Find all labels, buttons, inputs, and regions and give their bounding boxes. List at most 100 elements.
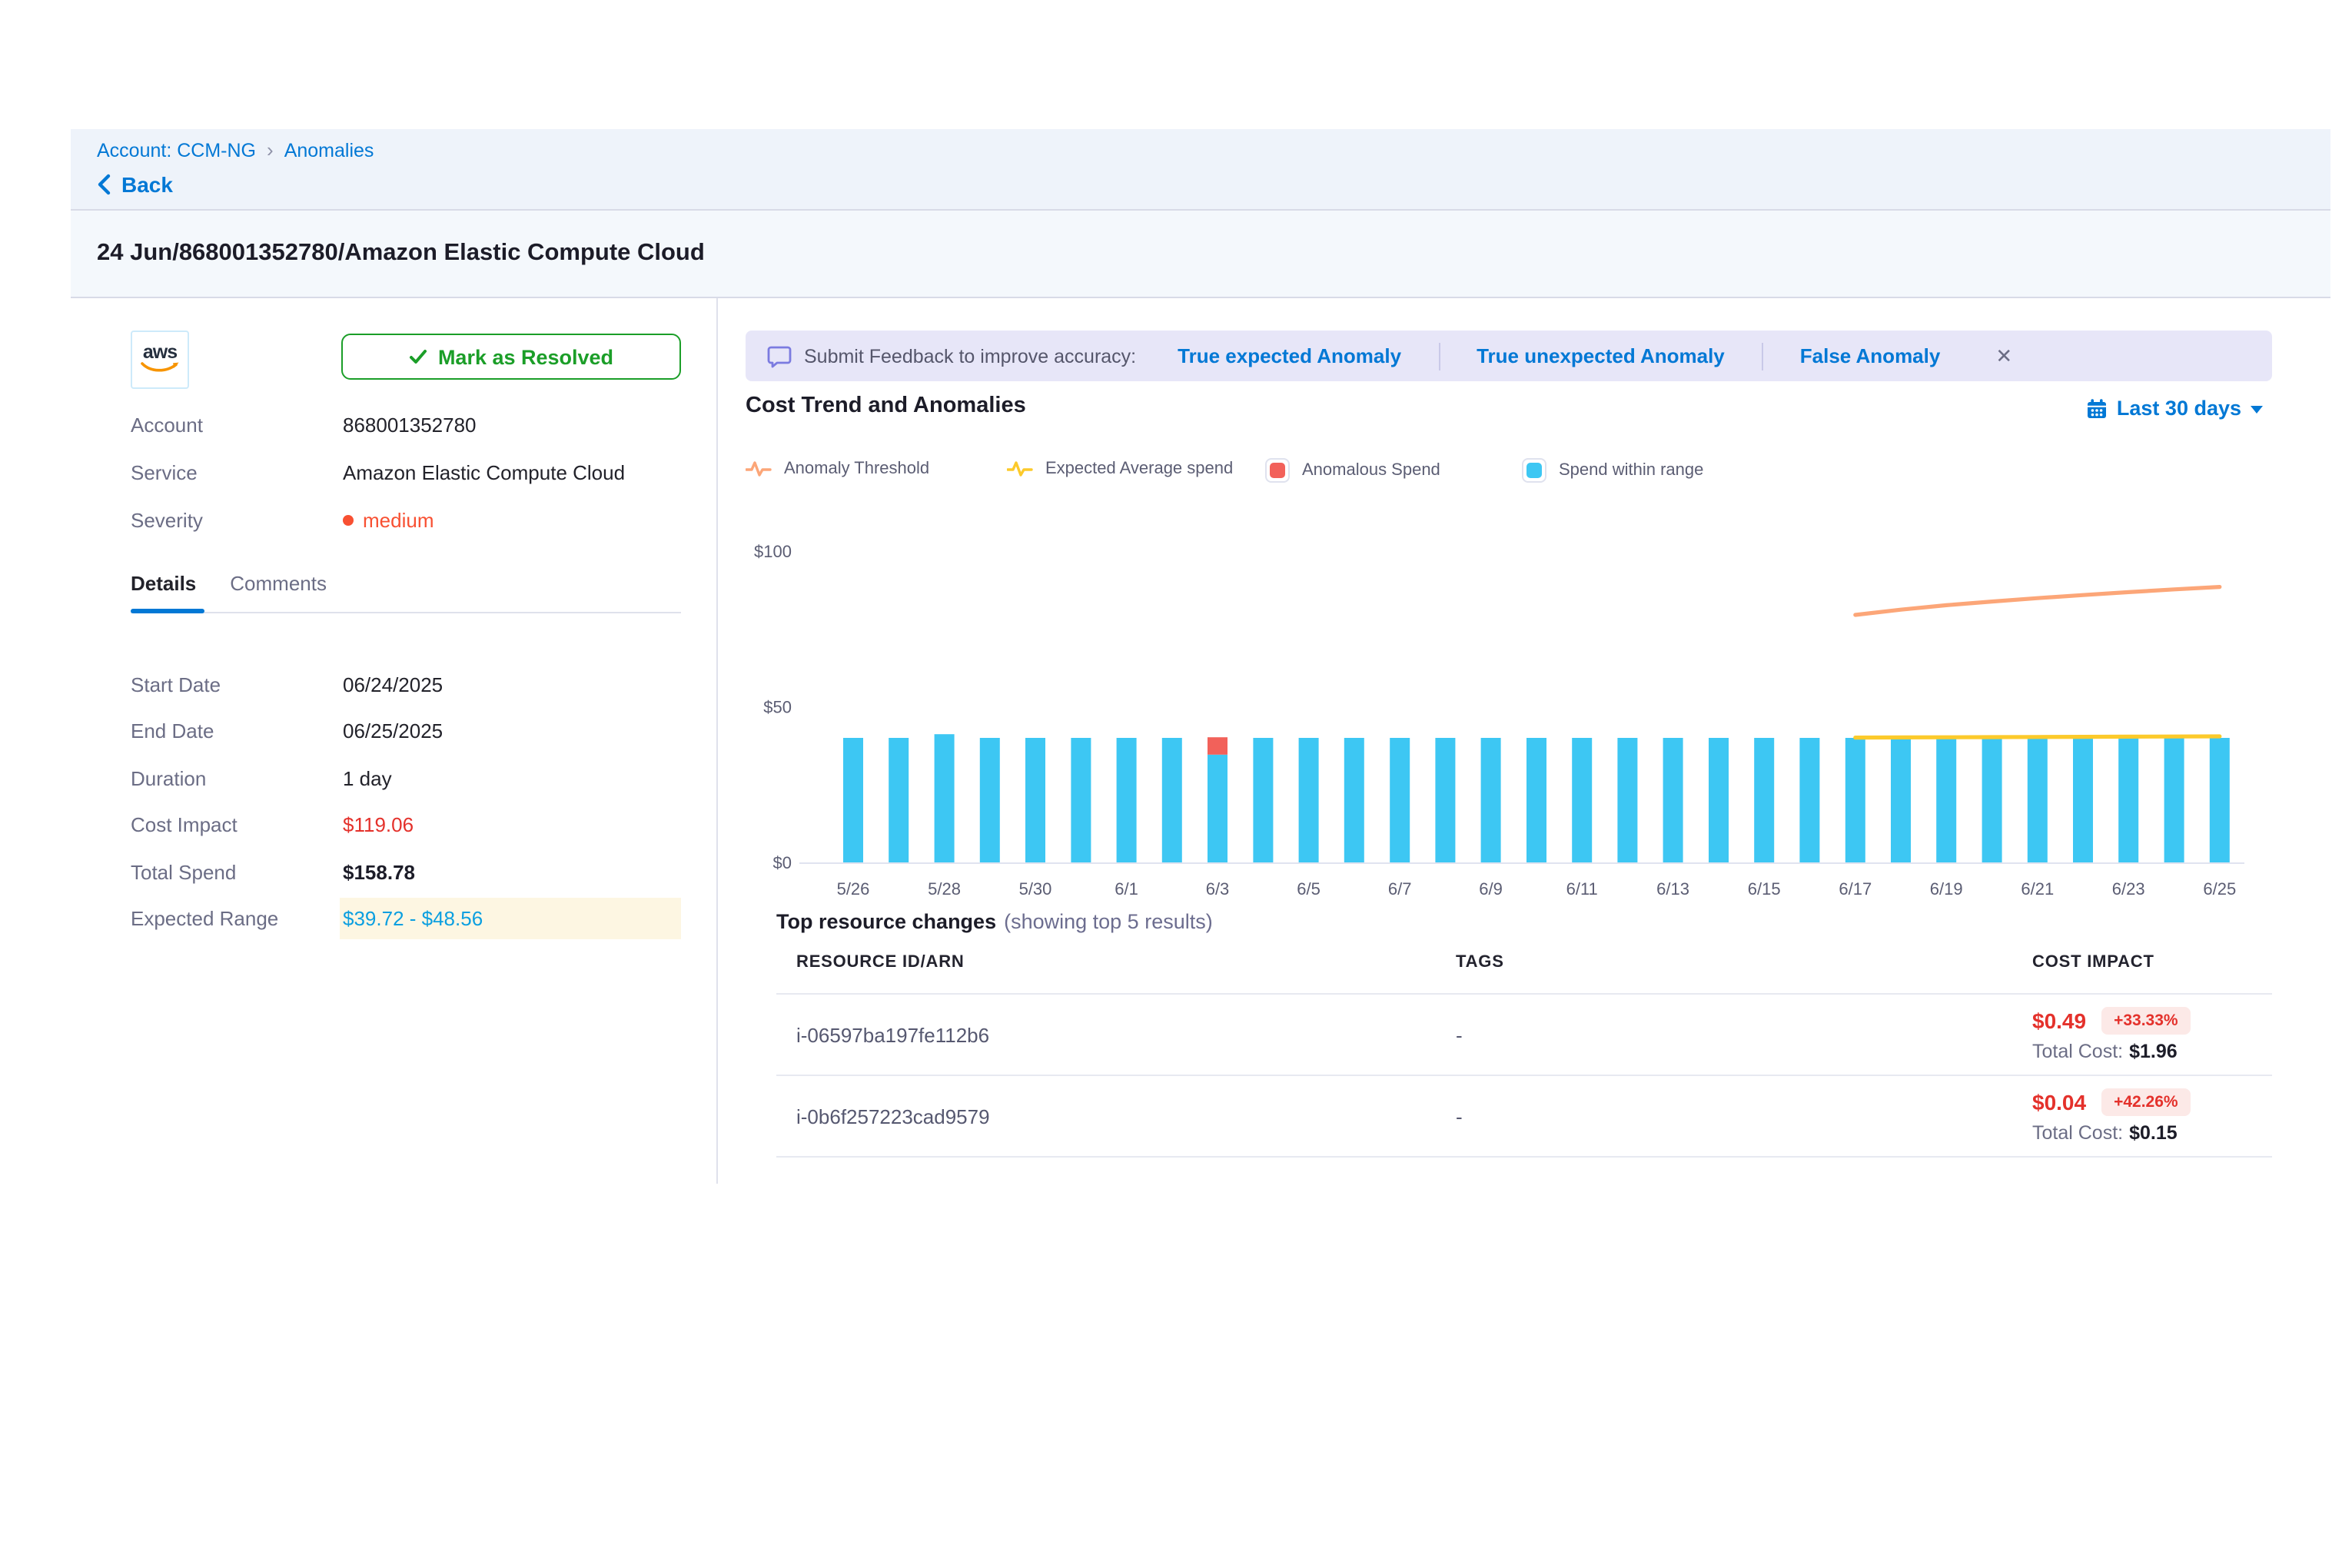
details-fields: Start Date 06/24/2025 End Date 06/25/202…: [131, 661, 681, 942]
legend-label: Expected Average spend: [1045, 460, 1233, 478]
table-row: i-0b6f257223cad9579 - $0.04 +42.26% Tota…: [776, 1076, 2272, 1158]
svg-text:6/11: 6/11: [1566, 879, 1598, 899]
severity-dot-icon: [343, 515, 354, 526]
mark-as-resolved-button[interactable]: Mark as Resolved: [341, 334, 681, 380]
legend-anomaly-threshold[interactable]: Anomaly Threshold: [746, 458, 929, 480]
legend-anomalous-spend[interactable]: Anomalous Spend: [1265, 458, 1440, 483]
table-header: RESOURCE ID/ARN TAGS COST IMPACT: [776, 953, 2272, 995]
breadcrumb-anomalies-link[interactable]: Anomalies: [284, 139, 374, 161]
change-percent-badge: +42.26%: [2101, 1088, 2191, 1116]
table-subtitle: (showing top 5 results): [1004, 910, 1213, 933]
date-range-picker[interactable]: Last 30 days: [2086, 397, 2263, 420]
pulse-line-icon: [746, 458, 772, 480]
anomaly-trend-panel: Submit Feedback to improve accuracy: Tru…: [746, 298, 2272, 1221]
severity-label: Severity: [131, 509, 343, 532]
calendar-icon: [2086, 397, 2108, 419]
svg-text:6/25: 6/25: [2203, 879, 2236, 899]
cost-impact-amount: $0.49: [2032, 1008, 2086, 1033]
svg-text:6/13: 6/13: [1656, 879, 1689, 899]
svg-text:6/23: 6/23: [2112, 879, 2145, 899]
legend-label: Anomaly Threshold: [784, 460, 929, 478]
date-range-label: Last 30 days: [2117, 397, 2241, 420]
severity-value: medium: [363, 509, 434, 532]
legend-spend-within-range[interactable]: Spend within range: [1522, 458, 1703, 483]
chart-title: Cost Trend and Anomalies: [746, 394, 1026, 418]
service-row: Service Amazon Elastic Compute Cloud: [131, 449, 681, 497]
account-value: 868001352780: [343, 414, 681, 437]
table-row: i-06597ba197fe112b6 - $0.49 +33.33% Tota…: [776, 995, 2272, 1076]
svg-text:5/28: 5/28: [928, 879, 961, 899]
expected-range-value: $39.72 - $48.56: [340, 899, 681, 940]
page-header: Account: CCM-NG › Anomalies Back 24 Jun/…: [71, 129, 2330, 298]
legend-expected-average[interactable]: Expected Average spend: [1007, 458, 1233, 480]
total-cost-label: Total Cost:: [2032, 1122, 2123, 1144]
title-row: 24 Jun/868001352780/Amazon Elastic Compu…: [71, 211, 2330, 298]
aws-logo-text: aws: [143, 344, 177, 361]
feedback-prompt: Submit Feedback to improve accuracy:: [804, 345, 1136, 367]
expected-range-row: Expected Range $39.72 - $48.56: [131, 895, 681, 942]
svg-text:6/9: 6/9: [1479, 879, 1503, 899]
duration-label: Duration: [131, 767, 343, 790]
duration-row: Duration 1 day: [131, 755, 681, 802]
check-icon: [409, 348, 427, 365]
legend-square-icon: [1522, 458, 1546, 483]
breadcrumb-separator-icon: ›: [267, 138, 274, 161]
cost-impact-row: Cost Impact $119.06: [131, 802, 681, 849]
cost-impact-label: Cost Impact: [131, 814, 343, 837]
feedback-option-true-expected[interactable]: True expected Anomaly: [1178, 344, 1401, 367]
anomaly-detail-page: Account: CCM-NG › Anomalies Back 24 Jun/…: [0, 0, 2352, 1568]
tags-value: -: [1456, 1105, 2032, 1128]
resource-id: i-06597ba197fe112b6: [796, 1023, 1456, 1046]
column-resource-id: RESOURCE ID/ARN: [796, 953, 1456, 972]
total-cost-label: Total Cost:: [2032, 1041, 2123, 1062]
cost-impact-value: $119.06: [343, 814, 681, 837]
back-button[interactable]: Back: [97, 172, 2304, 197]
severity-row: Severity medium: [131, 497, 681, 544]
chevron-left-icon: [97, 174, 111, 195]
tab-comments[interactable]: Comments: [230, 572, 327, 598]
table-title: Top resource changes (showing top 5 resul…: [776, 910, 2272, 933]
svg-text:$0: $0: [773, 853, 792, 872]
tab-details[interactable]: Details: [131, 572, 196, 598]
start-date-label: Start Date: [131, 673, 343, 696]
legend-square-icon: [1265, 458, 1290, 483]
feedback-option-true-unexpected[interactable]: True unexpected Anomaly: [1477, 344, 1725, 367]
aws-smile-icon: [140, 361, 180, 375]
account-label: Account: [131, 414, 343, 437]
column-tags: TAGS: [1456, 953, 2032, 972]
aws-logo: aws: [131, 331, 189, 389]
service-value: Amazon Elastic Compute Cloud: [343, 461, 681, 484]
cost-impact-cell: $0.04 +42.26% Total Cost:$0.15: [2032, 1088, 2272, 1144]
banner-divider: [1762, 342, 1763, 370]
start-date-row: Start Date 06/24/2025: [131, 661, 681, 708]
summary-fields: Account 868001352780 Service Amazon Elas…: [131, 401, 681, 544]
breadcrumb-account-link[interactable]: Account: CCM-NG: [97, 139, 256, 161]
anomaly-summary-panel: aws Mark as Resolved Account 86800135278…: [71, 298, 716, 1184]
expected-range-label: Expected Range: [131, 908, 343, 931]
chevron-down-icon: [2251, 406, 2263, 414]
tags-value: -: [1456, 1023, 2032, 1046]
close-icon[interactable]: ✕: [1995, 344, 2012, 368]
service-label: Service: [131, 461, 343, 484]
tab-track: [131, 612, 681, 613]
resource-id: i-0b6f257223cad9579: [796, 1105, 1456, 1128]
feedback-option-false-anomaly[interactable]: False Anomaly: [1800, 344, 1941, 367]
breadcrumb: Account: CCM-NG › Anomalies: [97, 138, 2304, 161]
severity-badge: medium: [343, 509, 681, 532]
breadcrumb-section: Account: CCM-NG › Anomalies Back: [71, 129, 2330, 211]
svg-text:6/15: 6/15: [1748, 879, 1781, 899]
feedback-bubble-icon: [767, 344, 792, 368]
legend-label: Spend within range: [1559, 461, 1703, 480]
panel-divider: [716, 298, 718, 1184]
svg-text:$100: $100: [754, 542, 792, 561]
top-resource-changes: Top resource changes (showing top 5 resul…: [776, 910, 2272, 1158]
svg-text:6/7: 6/7: [1388, 879, 1412, 899]
table-title-text: Top resource changes: [776, 910, 996, 933]
back-label: Back: [121, 172, 173, 197]
mark-as-resolved-label: Mark as Resolved: [438, 345, 613, 368]
cost-impact-cell: $0.49 +33.33% Total Cost:$1.96: [2032, 1007, 2272, 1062]
duration-value: 1 day: [343, 767, 681, 790]
end-date-row: End Date 06/25/2025: [131, 708, 681, 755]
legend-label: Anomalous Spend: [1302, 461, 1440, 480]
total-cost-value: $1.96: [2129, 1041, 2178, 1062]
